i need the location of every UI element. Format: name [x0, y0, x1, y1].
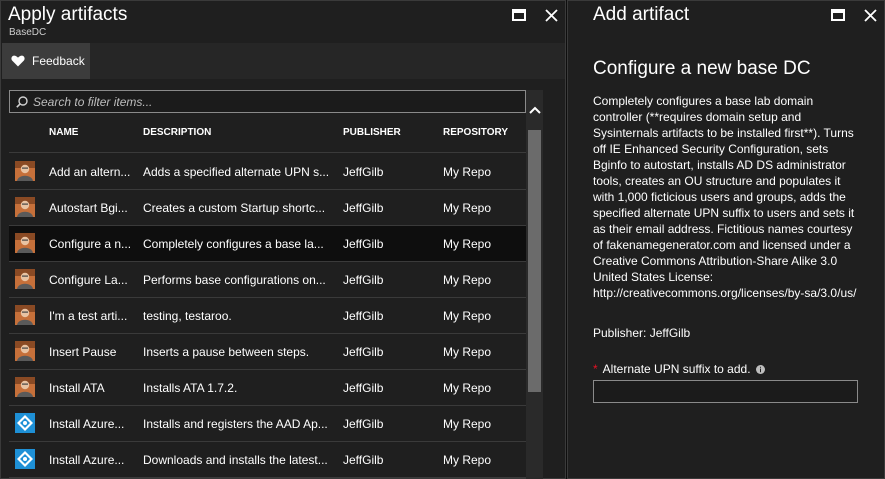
artifact-description: Installs and registers the AAD Ap...	[143, 417, 328, 431]
artifact-publisher: JeffGilb	[343, 453, 384, 467]
artifact-publisher: JeffGilb	[343, 345, 384, 359]
artifact-publisher: JeffGilb	[343, 237, 384, 251]
feedback-label: Feedback	[32, 54, 85, 68]
artifact-name: Configure La...	[49, 273, 128, 287]
table-row[interactable]: Add an altern... Adds a specified alterna…	[9, 154, 526, 190]
artifact-repository: My Repo	[443, 201, 492, 215]
heart-icon	[11, 55, 25, 67]
table-row[interactable]: Install ATA Installs ATA 1.7.2. JeffGilb My…	[9, 370, 526, 406]
artifact-name: Insert Pause	[49, 345, 117, 359]
artifact-list: Add an altern... Adds a specified alterna…	[9, 154, 526, 479]
close-button[interactable]	[862, 7, 878, 23]
artifact-repository: My Repo	[443, 417, 492, 431]
person-avatar-icon	[15, 233, 35, 253]
artifact-name: Install ATA	[49, 381, 105, 395]
blade-controls	[830, 7, 878, 23]
filter-search-box	[9, 90, 526, 113]
artifact-publisher: Publisher: JeffGilb	[593, 326, 691, 340]
artifact-publisher: JeffGilb	[343, 309, 384, 323]
artifact-publisher: JeffGilb	[343, 165, 384, 179]
artifact-description: Adds a specified alternate UPN s...	[143, 165, 330, 179]
table-row[interactable]: Configure La... Performs base configurati…	[9, 262, 526, 298]
artifact-description: Completely configures a base la...	[143, 237, 324, 251]
table-row[interactable]: Install Azure... Downloads and installs t…	[9, 442, 526, 478]
scroll-up-button[interactable]	[526, 90, 543, 130]
parameter-label: * Alternate UPN suffix to add.	[593, 362, 765, 376]
maximize-button[interactable]	[511, 7, 527, 23]
blade-title: Add artifact	[593, 4, 690, 25]
artifact-name: Install Azure...	[49, 453, 125, 467]
person-avatar-icon	[15, 305, 35, 325]
artifact-repository: My Repo	[443, 309, 492, 323]
column-header-description[interactable]: DESCRIPTION	[143, 127, 211, 138]
blade-subtitle: BaseDC	[9, 27, 47, 38]
artifact-name: Configure a n...	[49, 237, 132, 251]
artifact-repository: My Repo	[443, 273, 492, 287]
search-icon	[16, 95, 28, 108]
scrollbar-thumb[interactable]	[528, 130, 541, 392]
maximize-icon	[512, 9, 526, 21]
artifact-repository: My Repo	[443, 165, 492, 179]
vertical-scrollbar[interactable]	[526, 90, 543, 479]
artifact-name: Autostart Bgi...	[49, 201, 128, 215]
table-row[interactable]: Configure a n... Completely configures a …	[9, 226, 526, 262]
table-row[interactable]: I'm a test arti... testing, testaroo. Jeff…	[9, 298, 526, 334]
artifact-publisher: JeffGilb	[343, 201, 384, 215]
close-icon	[544, 8, 558, 22]
column-header-name[interactable]: NAME	[49, 127, 78, 138]
artifact-description: Creates a custom Startup shortc...	[143, 201, 326, 215]
artifact-name: I'm a test arti...	[49, 309, 128, 323]
person-avatar-icon	[15, 197, 35, 217]
person-avatar-icon	[15, 377, 35, 397]
table-row[interactable]: Install Azure... Installs and registers t…	[9, 406, 526, 442]
command-bar: Feedback	[2, 43, 565, 79]
artifact-description: Inserts a pause between steps.	[143, 345, 310, 359]
artifact-name: Add an altern...	[49, 165, 131, 179]
person-avatar-icon	[15, 341, 35, 361]
artifact-repository: My Repo	[443, 453, 492, 467]
person-avatar-icon	[15, 161, 35, 181]
artifact-name: Install Azure...	[49, 417, 125, 431]
table-row[interactable]: Insert Pause Inserts a pause between step…	[9, 334, 526, 370]
artifact-repository: My Repo	[443, 237, 492, 251]
person-avatar-icon	[15, 269, 35, 289]
artifact-description: Downloads and installs the latest...	[143, 453, 328, 467]
artifact-description: Installs ATA 1.7.2.	[143, 381, 238, 395]
artifact-description: Completely configures a base lab domain …	[593, 94, 857, 300]
artifact-publisher: JeffGilb	[343, 417, 384, 431]
search-input[interactable]	[33, 94, 513, 109]
info-icon[interactable]	[755, 364, 765, 374]
azure-ad-icon	[15, 449, 35, 469]
maximize-icon	[831, 9, 845, 21]
artifact-repository: My Repo	[443, 381, 492, 395]
artifact-description: Performs base configurations on...	[143, 273, 326, 287]
add-artifact-blade: Add artifact Configure a new base DC Com…	[567, 0, 885, 479]
blade-title: Apply artifacts	[8, 4, 128, 25]
column-header-repository[interactable]: REPOSITORY	[443, 127, 508, 138]
artifact-publisher: JeffGilb	[343, 273, 384, 287]
artifact-description: testing, testaroo.	[143, 309, 232, 323]
blade-controls	[511, 7, 559, 23]
close-icon	[863, 8, 877, 22]
apply-artifacts-blade: Apply artifacts BaseDC Feedback NAME DES…	[0, 0, 566, 479]
maximize-button[interactable]	[830, 7, 846, 23]
azure-ad-icon	[15, 413, 35, 433]
feedback-button[interactable]: Feedback	[2, 43, 90, 79]
grid-header: NAME DESCRIPTION PUBLISHER REPOSITORY	[9, 119, 526, 153]
artifact-publisher: JeffGilb	[343, 381, 384, 395]
required-marker: *	[593, 362, 598, 376]
alternate-upn-suffix-input[interactable]	[593, 380, 858, 403]
close-button[interactable]	[543, 7, 559, 23]
parameter-label-text: Alternate UPN suffix to add.	[602, 362, 751, 376]
table-row[interactable]: Autostart Bgi... Creates a custom Startup…	[9, 190, 526, 226]
chevron-up-icon	[528, 106, 541, 114]
artifact-repository: My Repo	[443, 345, 492, 359]
column-header-publisher[interactable]: PUBLISHER	[343, 127, 401, 138]
artifact-heading: Configure a new base DC	[593, 58, 811, 79]
